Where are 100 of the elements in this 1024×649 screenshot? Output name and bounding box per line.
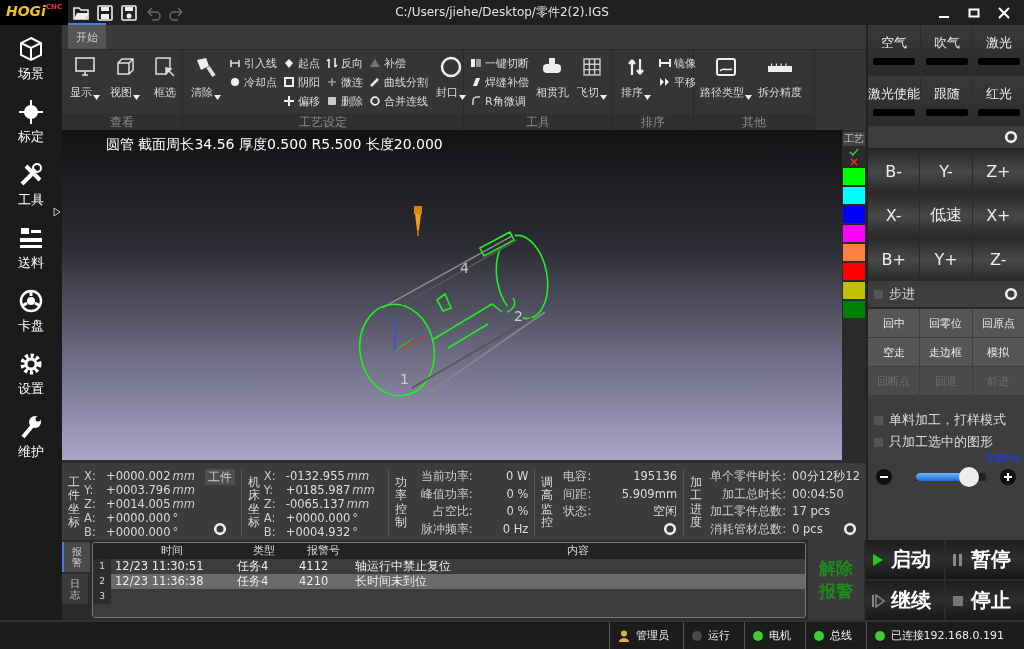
run-button[interactable]: 暂停: [946, 540, 1024, 579]
ribbon-button[interactable]: 清除: [189, 53, 223, 114]
maximize-icon[interactable]: [968, 6, 980, 19]
table-row[interactable]: 1 12/23 11:30:51 任务4 4112 轴运行中禁止复位: [93, 559, 805, 574]
function-button[interactable]: 回零位: [920, 309, 972, 337]
ribbon-small-button[interactable]: 焊缝补偿: [470, 74, 529, 90]
io-button[interactable]: 激光: [973, 25, 1024, 75]
checkbox[interactable]: [874, 415, 883, 425]
run-button[interactable]: 继续: [866, 581, 944, 620]
ribbon-small-button[interactable]: 平移: [659, 74, 696, 90]
function-button[interactable]: 回原点: [972, 309, 1024, 337]
ribbon-small-button[interactable]: 反向: [326, 55, 363, 71]
ribbon-button[interactable]: 相贯孔: [535, 53, 569, 114]
ribbon-small-button[interactable]: 曲线分割: [369, 74, 428, 90]
ribbon-button[interactable]: 显示: [68, 53, 102, 114]
field-value: 00分12秒12: [792, 469, 860, 483]
minus-icon[interactable]: [876, 469, 892, 485]
ribbon-small-button[interactable]: 冷却点: [229, 74, 277, 90]
ribbon-small-button[interactable]: 微连: [326, 74, 363, 90]
table-row[interactable]: 2 12/23 11:36:38 任务4 4210 长时间未到位: [93, 574, 805, 589]
save-all-icon[interactable]: [120, 3, 138, 22]
function-button[interactable]: 空走: [868, 338, 920, 366]
jog-button[interactable]: B+: [868, 238, 920, 281]
ribbon-small-button[interactable]: 补偿: [369, 55, 428, 71]
expand-arrow-icon[interactable]: [53, 207, 61, 217]
settings-icon[interactable]: [1004, 130, 1018, 144]
ribbon-small-button[interactable]: 起点: [283, 55, 320, 71]
ribbon-tab[interactable]: 开始: [68, 23, 106, 49]
checkbox[interactable]: [874, 289, 883, 299]
run-button[interactable]: 启动: [866, 540, 944, 579]
slider-thumb[interactable]: [958, 467, 979, 487]
unit-label: mm: [172, 469, 195, 483]
ribbon-button[interactable]: 路径类型: [700, 53, 752, 114]
layer-color-swatch[interactable]: [843, 206, 865, 223]
arrows-icon: [326, 57, 338, 69]
layer-color-swatch[interactable]: [843, 301, 865, 318]
ribbon-small-button[interactable]: R角微调: [470, 93, 529, 109]
sidebar-item[interactable]: 工具: [0, 151, 62, 214]
function-button[interactable]: 回中: [868, 309, 920, 337]
ribbon-button[interactable]: 飞切: [575, 53, 609, 114]
jog-button[interactable]: X+: [972, 194, 1024, 237]
layer-color-swatch[interactable]: [843, 244, 865, 261]
ribbon-button[interactable]: 拆分精度: [758, 53, 802, 114]
field-label: 峰值功率:: [419, 486, 473, 501]
ribbon-button[interactable]: 框选: [148, 53, 182, 114]
settings-icon[interactable]: [1004, 287, 1018, 301]
ribbon-small-button[interactable]: 合并连线: [369, 93, 428, 109]
coordinate-value: +0014.005: [106, 497, 171, 511]
check-icon[interactable]: [849, 148, 859, 156]
jog-button[interactable]: Y+: [920, 238, 972, 281]
ribbon-button[interactable]: 封口: [434, 53, 468, 114]
plus-icon[interactable]: [1000, 469, 1016, 485]
io-button[interactable]: 激光使能: [868, 76, 920, 126]
layer-color-swatch[interactable]: [843, 168, 865, 185]
table-row[interactable]: 3: [93, 589, 805, 604]
checkbox[interactable]: [874, 437, 883, 447]
settings-icon[interactable]: [663, 521, 678, 536]
layer-color-swatch[interactable]: [843, 225, 865, 242]
layer-color-swatch[interactable]: [843, 187, 865, 204]
log-tab[interactable]: 日志: [62, 574, 88, 604]
function-button[interactable]: 模拟: [972, 338, 1024, 366]
log-tab[interactable]: 报警: [62, 542, 90, 572]
io-button[interactable]: 空气: [868, 25, 920, 75]
unit-label: mm: [352, 483, 375, 497]
work-button[interactable]: 工件: [204, 469, 235, 485]
sidebar-item[interactable]: 场景: [0, 25, 62, 88]
jog-button[interactable]: Z-: [972, 238, 1024, 281]
io-button[interactable]: 红光: [973, 76, 1024, 126]
layer-color-swatch[interactable]: [843, 282, 865, 299]
table-cell-text: 任务4: [236, 559, 270, 574]
sidebar-item[interactable]: 卡盘: [0, 277, 62, 340]
ribbon-small-button[interactable]: 删除: [326, 93, 363, 109]
settings-icon[interactable]: [212, 522, 227, 536]
save-icon[interactable]: [96, 3, 114, 22]
jog-button[interactable]: X-: [868, 194, 920, 237]
section-title: 调高监控: [541, 476, 554, 529]
sidebar-item[interactable]: 设置: [0, 340, 62, 403]
window-title: C:/Users/jiehe/Desktop/零件2(2).IGS: [394, 4, 610, 21]
ribbon-small-button[interactable]: 阴阳: [283, 74, 320, 90]
ribbon-small-button[interactable]: 引入线: [229, 55, 277, 71]
io-button[interactable]: 跟随: [921, 76, 972, 126]
run-button[interactable]: 停止: [946, 581, 1024, 620]
jog-button[interactable]: Y-: [920, 150, 972, 193]
sidebar-item[interactable]: 标定: [0, 88, 62, 151]
ribbon-small-button[interactable]: 偏移: [283, 93, 320, 109]
jog-button[interactable]: 低速: [920, 194, 972, 237]
sidebar-item[interactable]: 维护: [0, 403, 62, 466]
ribbon-small-button[interactable]: 镜像: [659, 55, 696, 71]
layer-color-swatch[interactable]: [843, 263, 865, 280]
ribbon-small-button[interactable]: 一键切断: [470, 55, 529, 71]
sidebar-item[interactable]: 送料: [0, 214, 62, 277]
io-button[interactable]: 吹气: [921, 25, 972, 75]
jog-button[interactable]: Z+: [972, 150, 1024, 193]
jog-button[interactable]: B-: [868, 150, 920, 193]
ribbon-button[interactable]: 排序: [619, 53, 653, 114]
ribbon-button[interactable]: 视图: [108, 53, 142, 114]
settings-icon[interactable]: [842, 521, 857, 536]
ribbon-button-label: 显示: [70, 85, 92, 100]
function-button[interactable]: 走边框: [920, 338, 972, 366]
sidebar-label: 场景: [18, 65, 44, 83]
